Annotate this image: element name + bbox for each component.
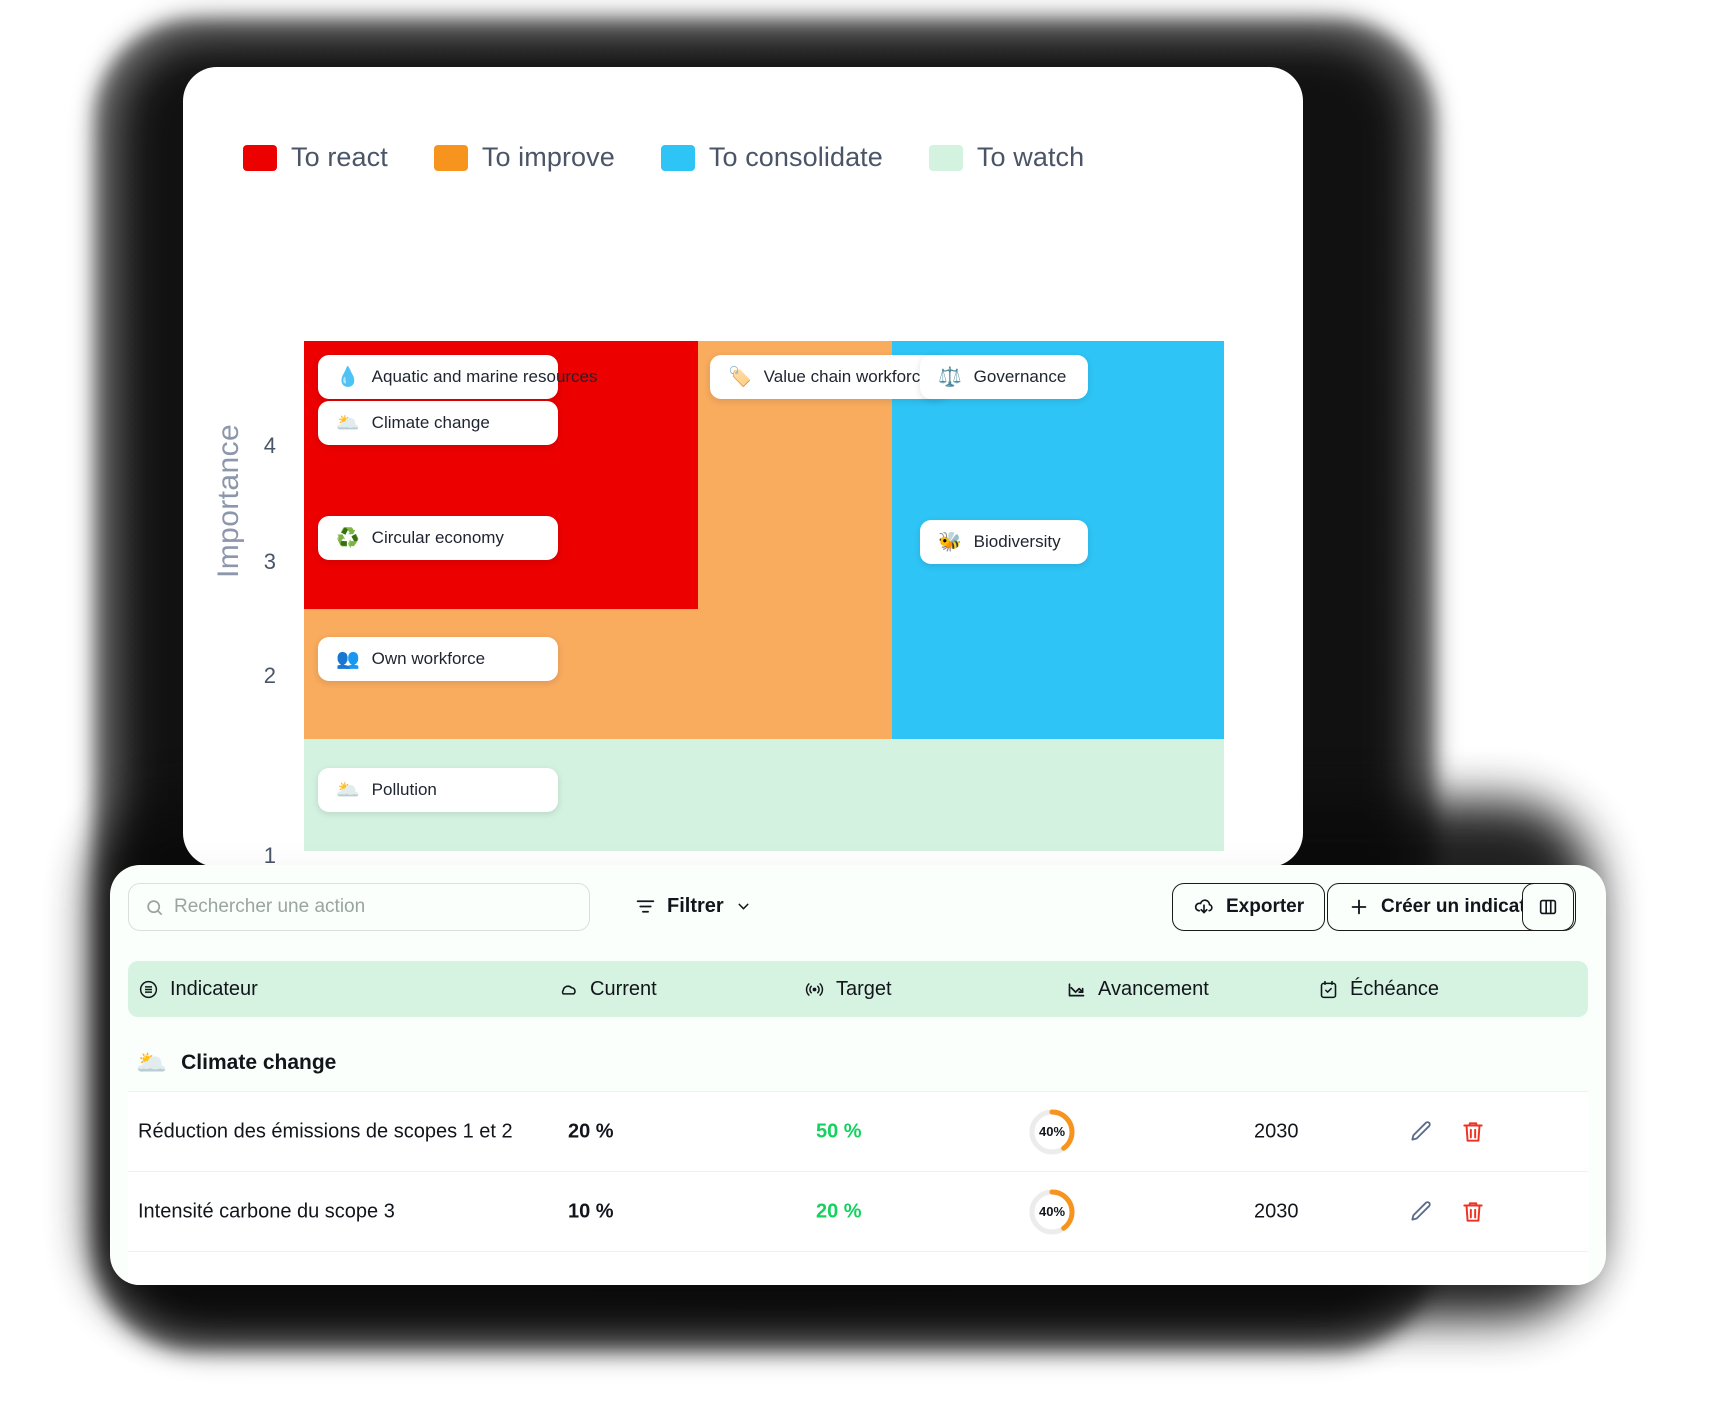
legend-swatch-icon [433, 144, 468, 171]
column-header-label: Échéance [1350, 977, 1439, 1000]
row-deadline: 2030 [1254, 1120, 1299, 1142]
chart-legend: To react To improve To consolidate To wa… [243, 142, 1084, 173]
legend-item-to-consolidate[interactable]: To consolidate [660, 142, 883, 173]
matrix-item-label: Circular economy [371, 528, 504, 547]
legend-label: To consolidate [708, 142, 883, 172]
matrix-item-circular-economy[interactable]: ♻️ Circular economy [318, 516, 558, 560]
broadcast-icon [805, 982, 824, 996]
matrix-item-governance[interactable]: ⚖️ Governance [920, 355, 1088, 399]
cloud-download-icon [1194, 899, 1213, 914]
matrix-item-label: Climate change [371, 413, 490, 432]
chevron-down-icon [738, 903, 749, 910]
table-row[interactable]: Intensité carbone du scope 3 10 % 20 % 4… [128, 1171, 1588, 1251]
tag-icon: 🏷️ [728, 366, 752, 388]
delete-trash-icon[interactable] [1460, 1119, 1486, 1145]
row-current-value: 20 % [568, 1120, 614, 1142]
cloud-icon: 🌥️ [136, 1048, 168, 1077]
matrix-item-label: Biodiversity [973, 532, 1061, 551]
column-header-label: Indicateur [170, 977, 258, 1000]
matrix-item-label: Pollution [371, 780, 437, 799]
legend-swatch-icon [928, 144, 963, 171]
people-icon: 👥 [336, 648, 360, 670]
legend-label: To watch [976, 142, 1085, 172]
trend-icon [1068, 982, 1085, 996]
matrix-item-aquatic-and-marine-resources[interactable]: 💧 Aquatic and marine resources [318, 355, 598, 399]
screen: To react To improve To consolidate To wa… [0, 0, 1716, 1422]
matrix-item-label: Aquatic and marine resources [371, 367, 598, 386]
filter-label: Filtrer [667, 895, 724, 917]
legend-label: To react [291, 142, 388, 172]
edit-pencil-icon[interactable] [1408, 1119, 1434, 1145]
calendar-icon [1320, 980, 1337, 998]
edit-pencil-icon[interactable] [1408, 1199, 1434, 1225]
table-group-row[interactable]: 🌥️ Climate change [128, 1035, 1588, 1091]
materiality-matrix-plot: 💧 Aquatic and marine resources 🌥️ Climat… [304, 341, 1224, 851]
column-header-label: Current [590, 977, 657, 1000]
progress-ring: 40% [1028, 1108, 1076, 1156]
column-header-indicateur[interactable]: Indicateur [138, 978, 258, 1001]
delete-trash-icon[interactable] [1460, 1199, 1486, 1225]
search-icon [147, 899, 163, 915]
column-header-avancement[interactable]: Avancement [1066, 978, 1209, 1001]
column-header-label: Avancement [1098, 977, 1209, 1000]
table-row[interactable]: Réduction des émissions de scopes 1 et 2… [128, 1091, 1588, 1171]
filter-button[interactable]: Filtrer [635, 895, 752, 918]
table-header-row: Indicateur Current Target Avancement Éch… [128, 961, 1588, 1017]
progress-ring: 40% [1028, 1188, 1076, 1236]
table-row-divider [128, 1251, 1588, 1285]
recycle-icon: ♻️ [336, 527, 360, 549]
columns-icon [1539, 899, 1557, 915]
y-axis: 4 3 2 1 [232, 300, 276, 868]
row-actions [1408, 1199, 1486, 1225]
bee-icon: 🐝 [938, 531, 962, 553]
columns-toggle-button[interactable] [1522, 883, 1574, 931]
row-actions [1408, 1119, 1486, 1145]
row-current-value: 10 % [568, 1200, 614, 1222]
legend-item-to-react[interactable]: To react [243, 142, 388, 173]
progress-label: 40% [1038, 1204, 1066, 1219]
row-indicator-name: Réduction des émissions de scopes 1 et 2 [138, 1120, 513, 1142]
matrix-item-label: Value chain workforce [763, 367, 930, 386]
row-indicator-name: Intensité carbone du scope 3 [138, 1200, 395, 1222]
row-target-value: 20 % [816, 1200, 862, 1222]
column-header-label: Target [836, 977, 892, 1000]
indicators-panel: Rechercher une action Filtrer Exporter C… [110, 865, 1606, 1285]
row-deadline: 2030 [1254, 1200, 1299, 1222]
column-header-current[interactable]: Current [558, 978, 657, 1001]
filter-icon [636, 900, 655, 913]
y-tick: 2 [263, 663, 276, 688]
water-drop-icon: 💧 [336, 366, 360, 388]
scales-icon: ⚖️ [938, 366, 962, 388]
row-target-value: 50 % [816, 1120, 862, 1142]
progress-label: 40% [1038, 1124, 1066, 1139]
plus-icon [1351, 899, 1367, 915]
export-label: Exporter [1226, 896, 1305, 917]
legend-label: To improve [481, 142, 615, 172]
search-placeholder: Rechercher une action [174, 896, 366, 917]
cloud-icon: 🌥️ [336, 779, 360, 801]
matrix-item-climate-change[interactable]: 🌥️ Climate change [318, 401, 558, 445]
list-icon [139, 980, 158, 998]
table-group-label: Climate change [181, 1051, 337, 1074]
cloud-icon [561, 984, 576, 995]
panel-toolbar: Rechercher une action Filtrer Exporter C… [110, 865, 1606, 951]
y-tick: 4 [263, 433, 276, 458]
matrix-item-biodiversity[interactable]: 🐝 Biodiversity [920, 520, 1088, 564]
matrix-item-own-workforce[interactable]: 👥 Own workforce [318, 637, 558, 681]
column-header-echeance[interactable]: Échéance [1318, 978, 1439, 1001]
y-tick: 3 [263, 549, 276, 574]
matrix-item-value-chain-workforce[interactable]: 🏷️ Value chain workforce [710, 355, 948, 399]
export-button[interactable]: Exporter [1172, 883, 1326, 931]
matrix-item-label: Governance [973, 367, 1067, 386]
legend-swatch-icon [660, 144, 695, 171]
search-input[interactable]: Rechercher une action [128, 883, 590, 931]
column-header-target[interactable]: Target [804, 978, 892, 1001]
matrix-item-label: Own workforce [371, 649, 486, 668]
legend-item-to-watch[interactable]: To watch [928, 142, 1085, 173]
cloud-icon: 🌥️ [336, 412, 360, 434]
legend-swatch-icon [243, 144, 277, 171]
matrix-item-pollution[interactable]: 🌥️ Pollution [318, 768, 558, 812]
legend-item-to-improve[interactable]: To improve [433, 142, 615, 173]
